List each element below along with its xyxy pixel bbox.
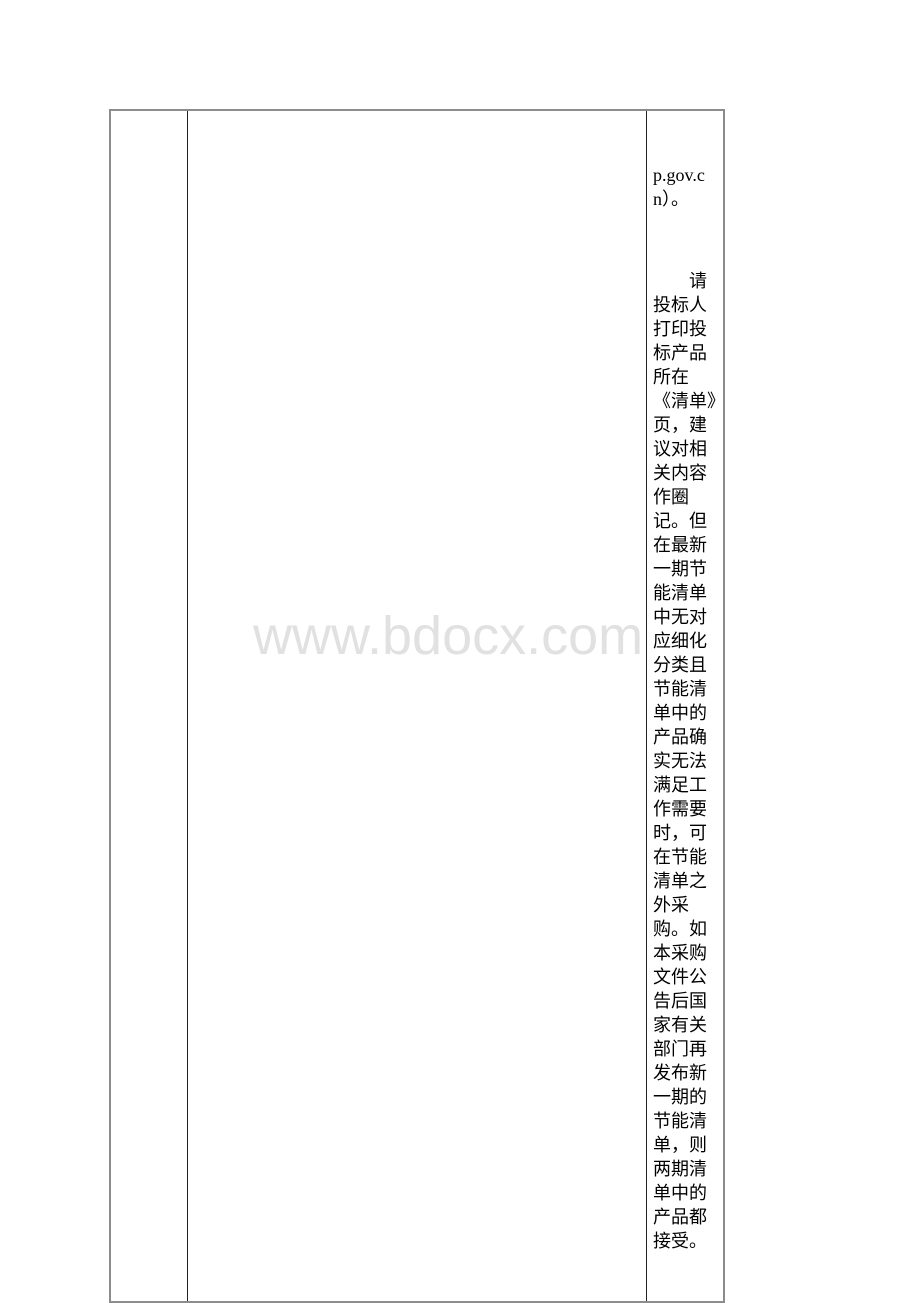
remarks-text: p.gov.cn）。 请投标人打印投标产品所在《清单》页，建议对相关内容作圈记。… [647,111,723,1301]
document-page: p.gov.cn）。 请投标人打印投标产品所在《清单》页，建议对相关内容作圈记。… [0,0,920,1303]
remarks-paragraph-url-end: p.gov.cn）。 [653,165,705,209]
document-table: p.gov.cn）。 请投标人打印投标产品所在《清单》页，建议对相关内容作圈记。… [109,109,725,1303]
table-cell-requirement [187,109,647,1303]
cell-text [188,111,646,115]
table-cell-category [109,109,188,1303]
remarks-paragraph-energy-list: 请投标人打印投标产品所在《清单》页，建议对相关内容作圈记。但在最新一期节能清单中… [653,271,716,1251]
cell-text [111,111,187,115]
table-row: p.gov.cn）。 请投标人打印投标产品所在《清单》页，建议对相关内容作圈记。… [109,109,725,1303]
table-cell-remarks: p.gov.cn）。 请投标人打印投标产品所在《清单》页，建议对相关内容作圈记。… [646,109,725,1303]
